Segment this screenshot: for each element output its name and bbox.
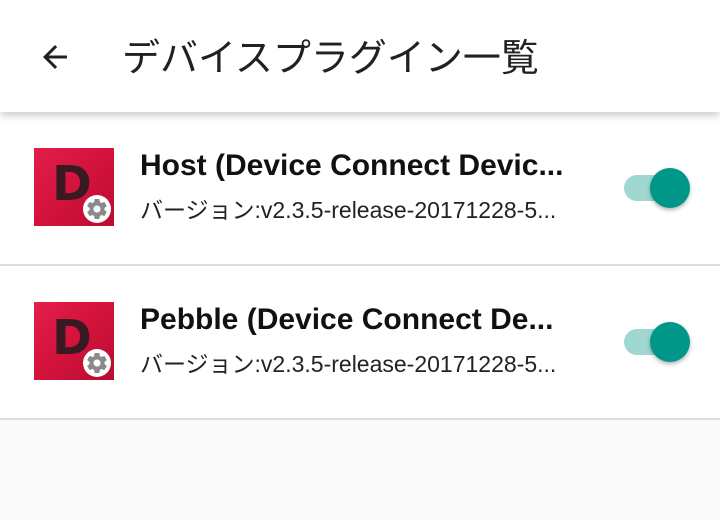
plugin-version: バージョン:v2.3.5-release-20171228-5... <box>140 351 557 377</box>
enable-toggle-host[interactable] <box>624 168 690 208</box>
plugin-row-pebble[interactable]: D Pebble (Device Connect De... バージョン:v2.… <box>0 266 720 420</box>
app-bar: デバイスプラグイン一覧 <box>0 0 720 112</box>
plugin-icon: D <box>34 148 114 226</box>
gear-icon <box>83 195 111 223</box>
plugin-name: Pebble (Device Connect De... <box>140 303 554 336</box>
enable-toggle-pebble[interactable] <box>624 322 690 362</box>
toggle-thumb <box>650 168 690 208</box>
gear-icon <box>83 349 111 377</box>
plugin-icon: D <box>34 302 114 380</box>
page-title: デバイスプラグイン一覧 <box>122 36 539 80</box>
arrow-back-icon <box>43 45 67 69</box>
plugin-version: バージョン:v2.3.5-release-20171228-5... <box>140 197 557 223</box>
back-button[interactable] <box>22 24 88 90</box>
plugin-list: D Host (Device Connect Devic... バージョン:v2… <box>0 112 720 420</box>
toggle-thumb <box>650 322 690 362</box>
plugin-name: Host (Device Connect Devic... <box>140 149 564 182</box>
plugin-row-host[interactable]: D Host (Device Connect Devic... バージョン:v2… <box>0 112 720 266</box>
